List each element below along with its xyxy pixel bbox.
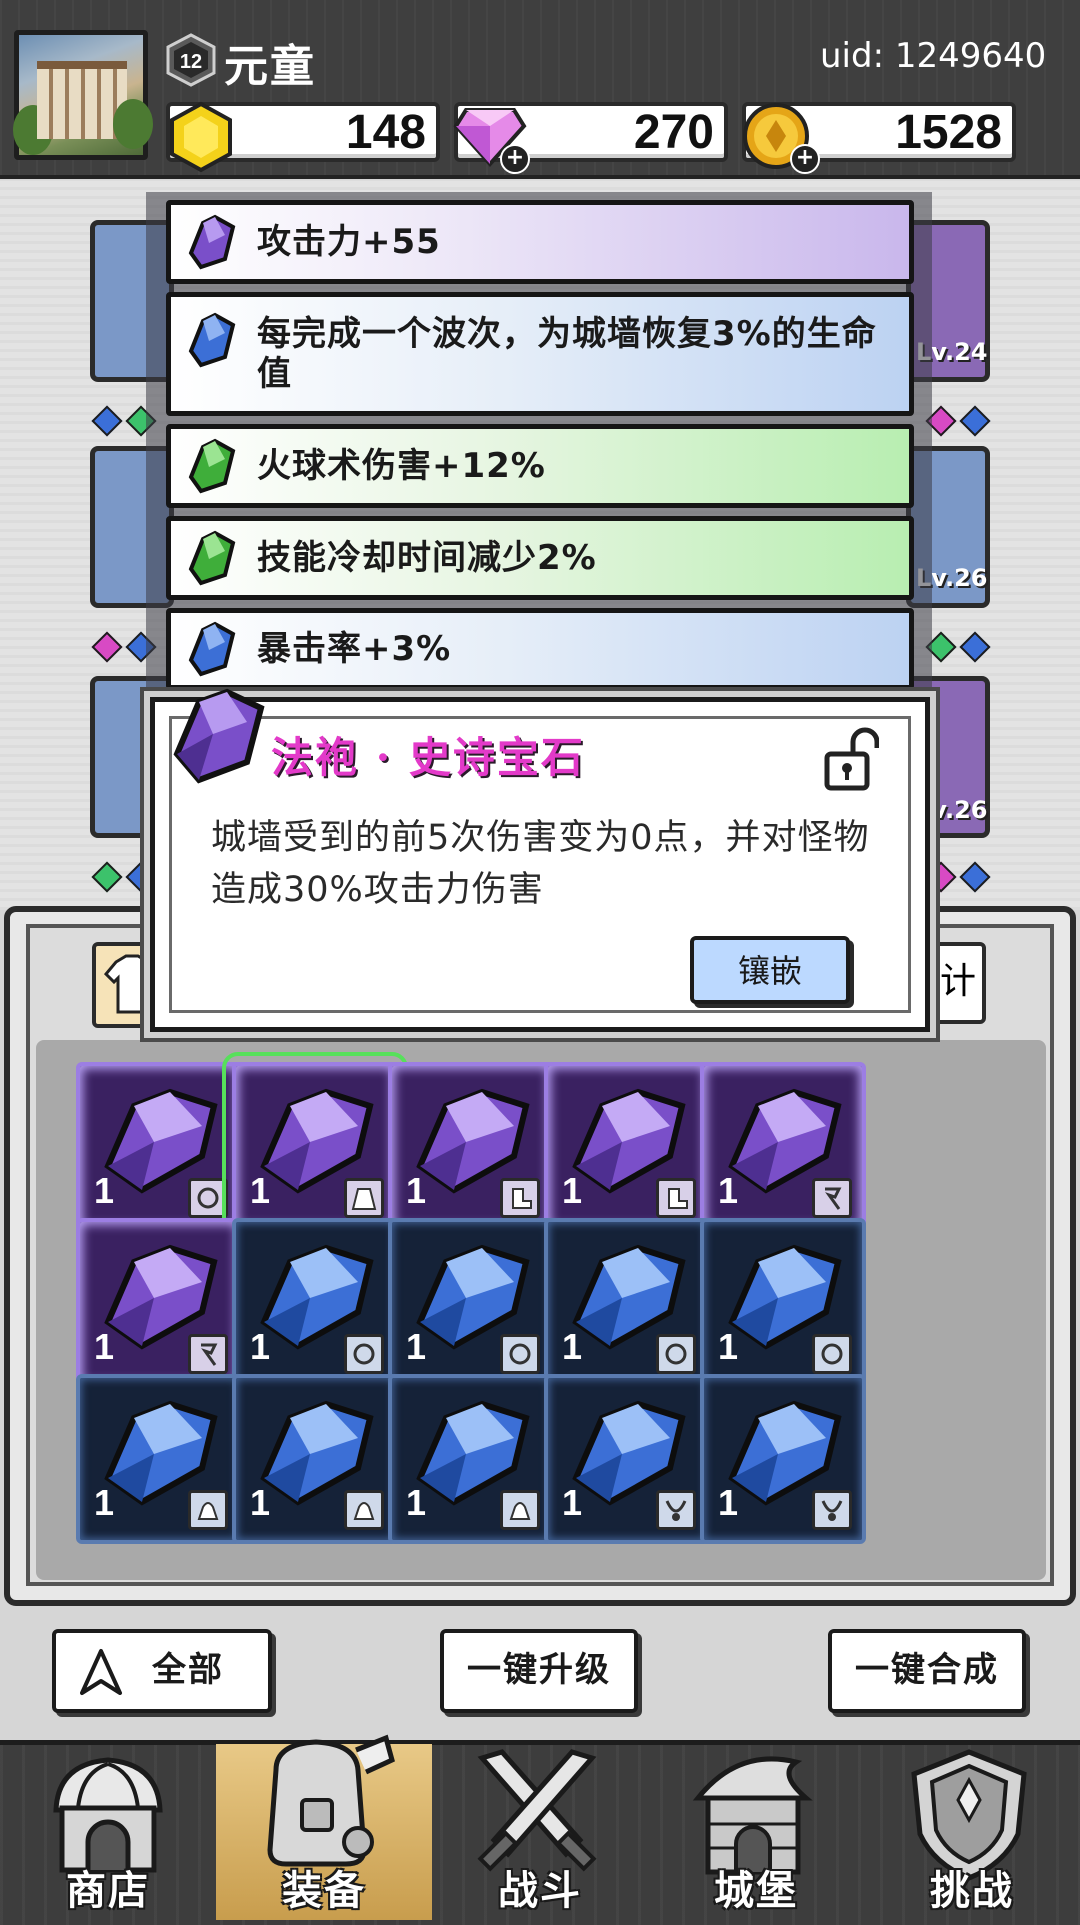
tooltip-title: 法袍 · 史诗宝石 xyxy=(271,733,585,782)
player-name: 元童 xyxy=(224,41,316,92)
green-gem-icon xyxy=(188,438,236,494)
wand-type-icon xyxy=(812,1178,852,1218)
necklace-type-icon xyxy=(656,1490,696,1530)
inventory-gem-slot[interactable]: 1 xyxy=(232,1218,398,1388)
item-count: 1 xyxy=(94,1170,115,1211)
ring-type-icon xyxy=(500,1334,540,1374)
hat-type-icon xyxy=(188,1490,228,1530)
robe-type-icon xyxy=(344,1178,384,1218)
item-count: 1 xyxy=(562,1482,583,1523)
inlay-button[interactable]: 镶嵌 xyxy=(690,936,850,1004)
stat-text: 火球术伤害+12% xyxy=(257,446,546,486)
nav-label: 装备 xyxy=(282,1867,366,1914)
level-text: 12 xyxy=(180,51,202,73)
navigation-arrow-icon xyxy=(80,1649,122,1695)
coin-counter: + 1528 xyxy=(742,102,1016,174)
purple-gem-icon xyxy=(188,214,236,270)
stat-row: 暴击率+3% xyxy=(166,608,914,690)
item-count: 1 xyxy=(406,1482,427,1523)
item-count: 1 xyxy=(718,1170,739,1211)
avatar[interactable] xyxy=(13,30,153,160)
nav-label: 商店 xyxy=(66,1867,150,1914)
upgrade-all-button[interactable]: 一键升级 xyxy=(440,1629,638,1713)
nav-equipment[interactable]: 装备 xyxy=(216,1734,432,1920)
stat-text: 攻击力+55 xyxy=(257,222,441,262)
nav-label: 挑战 xyxy=(930,1867,1014,1914)
tooltip-description: 城墙受到的前5次伤害变为0点，并对怪物造成30%攻击力伤害 xyxy=(211,818,870,910)
add-diamond-button[interactable]: + xyxy=(500,144,530,174)
boot-type-icon xyxy=(656,1178,696,1218)
ring-type-icon xyxy=(188,1178,228,1218)
inventory-gem-slot[interactable]: 1 xyxy=(544,1374,710,1544)
add-coin-button[interactable]: + xyxy=(790,144,820,174)
inventory-gem-slot[interactable]: 1 xyxy=(222,1052,408,1242)
gold-hexagon-icon xyxy=(170,101,232,173)
item-count: 1 xyxy=(250,1170,271,1211)
inventory-gem-slot[interactable]: 1 xyxy=(76,1218,242,1388)
stat-row: 攻击力+55 xyxy=(166,200,914,284)
item-count: 1 xyxy=(94,1326,115,1367)
ring-type-icon xyxy=(656,1334,696,1374)
item-count: 1 xyxy=(562,1170,583,1211)
inventory-gem-slot[interactable]: 1 xyxy=(700,1218,866,1388)
inventory-gem-slot[interactable]: 1 xyxy=(700,1062,866,1232)
inventory-gem-slot[interactable]: 1 xyxy=(76,1374,242,1544)
uid-label: uid: 1249640 xyxy=(820,36,1047,76)
nav-shop[interactable]: 商店 xyxy=(0,1744,216,1920)
merge-all-button[interactable]: 一键合成 xyxy=(828,1629,1026,1713)
inventory-gem-slot[interactable]: 1 xyxy=(544,1218,710,1388)
item-count: 1 xyxy=(250,1482,271,1523)
ring-type-icon xyxy=(812,1334,852,1374)
stat-text: 每完成一个波次，为城墙恢复3%的生命值 xyxy=(257,314,877,394)
backpack-icon xyxy=(267,1734,395,1867)
coin-value: 1528 xyxy=(895,106,1002,159)
item-count: 1 xyxy=(250,1326,271,1367)
inventory-gem-slot[interactable]: 1 xyxy=(388,1374,554,1544)
filter-all-label: 全部 xyxy=(152,1650,224,1690)
stat-row: 技能冷却时间减少2% xyxy=(166,516,914,600)
hat-type-icon xyxy=(344,1490,384,1530)
item-count: 1 xyxy=(562,1326,583,1367)
inventory-gem-slot[interactable]: 1 xyxy=(76,1062,242,1232)
stat-text: 暴击率+3% xyxy=(257,629,452,669)
green-gem-icon xyxy=(188,530,236,586)
stat-text: 技能冷却时间减少2% xyxy=(257,538,597,578)
item-count: 1 xyxy=(718,1326,739,1367)
item-count: 1 xyxy=(406,1326,427,1367)
gold-value: 148 xyxy=(345,106,426,159)
stat-row: 每完成一个波次，为城墙恢复3%的生命值 xyxy=(166,292,914,416)
level-badge-icon: 12 xyxy=(166,33,216,87)
diamond-counter: + 270 xyxy=(453,102,728,174)
ring-type-icon xyxy=(344,1334,384,1374)
item-count: 1 xyxy=(94,1482,115,1523)
diamond-value: 270 xyxy=(633,106,714,159)
inventory-gem-slot[interactable]: 1 xyxy=(544,1062,710,1232)
inventory-gem-slot[interactable]: 1 xyxy=(232,1374,398,1544)
stat-row: 火球术伤害+12% xyxy=(166,424,914,508)
boot-type-icon xyxy=(500,1178,540,1218)
inventory-grid: 1 1 1 1 1 1 1 1 1 1 1 1 1 1 1 xyxy=(36,1040,1046,1578)
item-count: 1 xyxy=(718,1482,739,1523)
gold-counter: 148 xyxy=(166,101,440,173)
nav-battle[interactable]: 战斗 xyxy=(432,1744,648,1920)
necklace-type-icon xyxy=(812,1490,852,1530)
nav-castle[interactable]: 城堡 xyxy=(648,1744,864,1920)
inventory-gem-slot[interactable]: 1 xyxy=(388,1218,554,1388)
inventory-gem-slot[interactable]: 1 xyxy=(700,1374,866,1544)
blue-gem-icon xyxy=(188,312,236,368)
inventory-gem-slot[interactable]: 1 xyxy=(388,1062,554,1232)
nav-label: 城堡 xyxy=(714,1867,798,1914)
hat-type-icon xyxy=(500,1490,540,1530)
blue-gem-icon xyxy=(188,621,236,677)
nav-label: 战斗 xyxy=(498,1867,582,1914)
filter-all-button[interactable]: 全部 xyxy=(52,1629,272,1713)
wand-type-icon xyxy=(188,1334,228,1374)
item-count: 1 xyxy=(406,1170,427,1211)
epic-gem-icon xyxy=(173,688,265,784)
unlock-icon[interactable] xyxy=(823,724,879,794)
gem-tooltip: 法袍 · 史诗宝石 城墙受到的前5次伤害变为0点，并对怪物造成30%攻击力伤害 … xyxy=(150,688,930,1032)
nav-challenge[interactable]: 挑战 xyxy=(864,1744,1080,1920)
